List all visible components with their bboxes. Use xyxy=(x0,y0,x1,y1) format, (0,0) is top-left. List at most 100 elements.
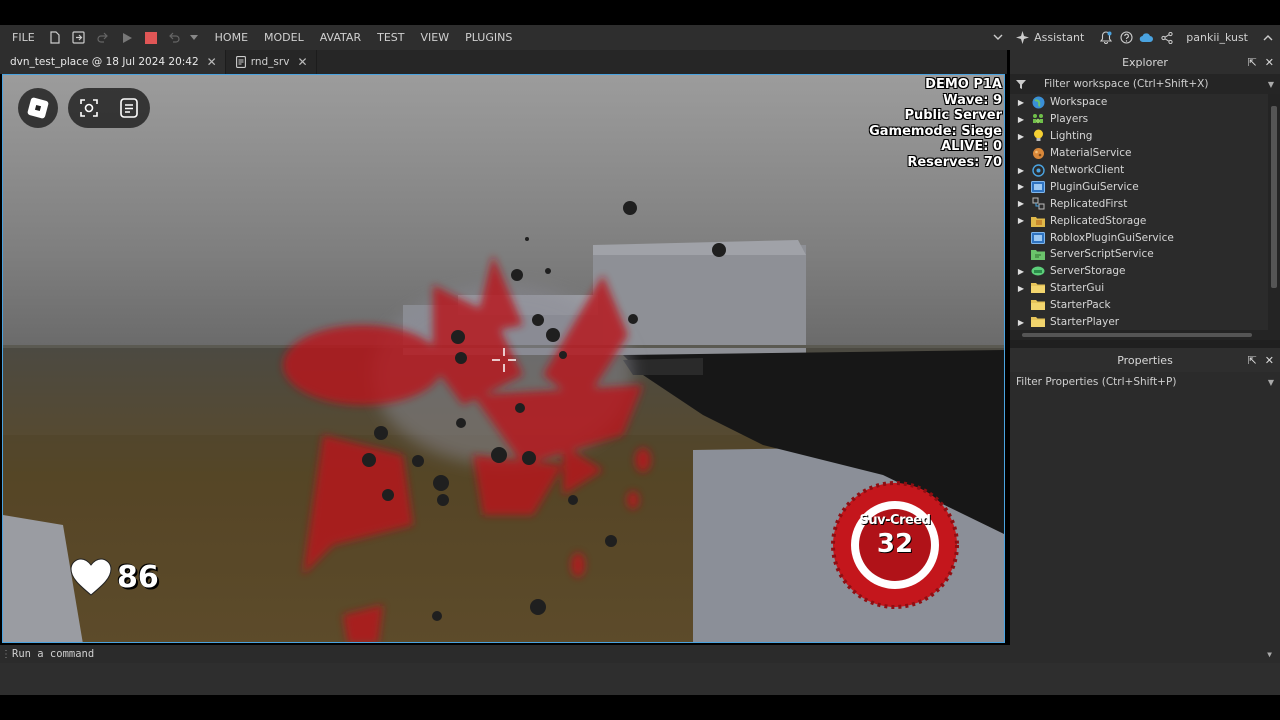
expand-arrow-icon[interactable]: ▶ xyxy=(1010,115,1028,124)
game-stats: DEMO P1A Wave: 9 Public Server Gamemode:… xyxy=(869,77,1002,171)
health-value: 86 xyxy=(117,559,159,595)
explorer-item-label: RobloxPluginGuiService xyxy=(1050,231,1174,244)
expand-arrow-icon[interactable]: ▶ xyxy=(1010,199,1028,208)
explorer-item-starterplayer[interactable]: ▶ StarterPlayer xyxy=(1010,314,1280,331)
plugin-gui-icon xyxy=(1030,180,1046,194)
explorer-item-pluginguiservice[interactable]: ▶ PluginGuiService xyxy=(1010,178,1280,195)
chat-button[interactable] xyxy=(112,91,146,125)
stat-wave: Wave: 9 xyxy=(943,92,1002,108)
expand-arrow-icon[interactable]: ▶ xyxy=(1010,216,1028,225)
close-icon[interactable]: ✕ xyxy=(1265,354,1274,367)
file-menu[interactable]: FILE xyxy=(0,25,43,50)
command-bar[interactable]: ⋮ Run a command ▼ xyxy=(0,645,1280,663)
chevron-down-icon[interactable]: ▼ xyxy=(1268,378,1274,387)
roblox-hud-buttons xyxy=(18,88,150,128)
expand-arrow-icon[interactable]: ▶ xyxy=(1010,267,1028,276)
publish-icon[interactable] xyxy=(67,25,91,50)
side-panels: Explorer ⇱ ✕ Filter workspace (Ctrl+Shif… xyxy=(1010,50,1280,645)
explorer-item-label: ServerScriptService xyxy=(1050,248,1154,261)
menu-tab-view[interactable]: VIEW xyxy=(412,25,457,50)
chevron-down-icon[interactable]: ▼ xyxy=(1267,650,1272,659)
health-display: 86 xyxy=(69,557,159,597)
close-icon[interactable]: ✕ xyxy=(1265,56,1274,69)
chevron-down-icon[interactable] xyxy=(986,25,1010,50)
menu-bar: FILE HOME MODEL AVATAR TEST VIEW PLUGINS… xyxy=(0,25,1280,50)
explorer-item-materialservice[interactable]: MaterialService xyxy=(1010,145,1280,162)
expand-arrow-icon[interactable]: ▶ xyxy=(1010,98,1028,107)
tab-script[interactable]: rnd_srv ✕ xyxy=(226,50,317,74)
explorer-item-startergui[interactable]: ▶ StarterGui xyxy=(1010,280,1280,297)
menu-tab-test[interactable]: TEST xyxy=(369,25,412,50)
explorer-item-replicatedstorage[interactable]: ▶ ReplicatedStorage xyxy=(1010,212,1280,229)
properties-filter[interactable]: Filter Properties (Ctrl+Shift+P) ▼ xyxy=(1010,372,1280,392)
menu-tab-model[interactable]: MODEL xyxy=(256,25,312,50)
explorer-horizontal-scrollbar[interactable] xyxy=(1010,330,1268,340)
assistant-icon[interactable] xyxy=(1010,25,1034,50)
explorer-item-replicatedfirst[interactable]: ▶ ReplicatedFirst xyxy=(1010,195,1280,212)
emote-button[interactable] xyxy=(72,91,106,125)
menu-tab-home[interactable]: HOME xyxy=(207,25,256,50)
new-file-icon[interactable] xyxy=(43,25,67,50)
expand-arrow-icon[interactable]: ▶ xyxy=(1010,166,1028,175)
explorer-item-robloxpluginguiservice[interactable]: RobloxPluginGuiService xyxy=(1010,229,1280,246)
explorer-item-label: ServerStorage xyxy=(1050,265,1126,278)
share-icon[interactable] xyxy=(1156,25,1178,50)
expand-arrow-icon[interactable]: ▶ xyxy=(1010,132,1028,141)
properties-filter-input[interactable]: Filter Properties (Ctrl+Shift+P) xyxy=(1016,376,1176,388)
help-icon[interactable] xyxy=(1116,25,1136,50)
undock-icon[interactable]: ⇱ xyxy=(1248,354,1257,367)
collapse-ribbon-icon[interactable] xyxy=(1256,25,1280,50)
expand-arrow-icon[interactable]: ▶ xyxy=(1010,182,1028,191)
document-icon xyxy=(120,98,138,118)
play-icon[interactable] xyxy=(115,25,139,50)
tab-place-label: dvn_test_place @ 18 Jul 2024 20:42 xyxy=(10,56,199,68)
undo-dropdown-icon[interactable] xyxy=(187,25,201,50)
grip-icon: ⋮ xyxy=(1,648,11,660)
explorer-item-networkclient[interactable]: ▶ NetworkClient xyxy=(1010,162,1280,179)
expand-arrow-icon[interactable]: ▶ xyxy=(1010,318,1028,327)
explorer-item-label: StarterGui xyxy=(1050,282,1105,295)
explorer-item-serverscriptservice[interactable]: ServerScriptService xyxy=(1010,246,1280,263)
letterbox-top xyxy=(0,0,1280,25)
explorer-item-label: MaterialService xyxy=(1050,147,1132,160)
explorer-item-lighting[interactable]: ▶ Lighting xyxy=(1010,128,1280,145)
explorer-header: Explorer ⇱ ✕ xyxy=(1010,50,1280,74)
assistant-button[interactable]: Assistant xyxy=(1034,25,1096,50)
globe-icon xyxy=(1030,95,1046,109)
crosshair-icon xyxy=(492,348,516,372)
stat-alive: ALIVE: 0 xyxy=(941,139,1002,155)
folder-icon xyxy=(1030,315,1046,329)
chevron-down-icon[interactable]: ▼ xyxy=(1268,80,1274,89)
explorer-item-starterpack[interactable]: StarterPack xyxy=(1010,297,1280,314)
command-input[interactable]: Run a command xyxy=(12,648,94,660)
username-label[interactable]: pankii_kust xyxy=(1178,25,1256,50)
explorer-item-serverstorage[interactable]: ▶ ServerStorage xyxy=(1010,263,1280,280)
menu-tab-plugins[interactable]: PLUGINS xyxy=(457,25,520,50)
creed-counter: Suv-Creed 32 xyxy=(829,479,961,611)
properties-title: Properties xyxy=(1117,353,1173,367)
explorer-tree: ▶ Workspace ▶ Players ▶ Lighting MaterialServi… xyxy=(1010,94,1280,340)
redo-icon[interactable] xyxy=(91,25,115,50)
undo-icon[interactable] xyxy=(163,25,187,50)
creed-count: 32 xyxy=(876,529,914,559)
cloud-icon[interactable] xyxy=(1136,25,1156,50)
explorer-item-label: StarterPlayer xyxy=(1050,316,1120,329)
explorer-item-players[interactable]: ▶ Players xyxy=(1010,111,1280,128)
game-viewport[interactable]: DEMO P1A Wave: 9 Public Server Gamemode:… xyxy=(2,74,1005,643)
close-icon[interactable]: ✕ xyxy=(297,55,307,69)
close-icon[interactable]: ✕ xyxy=(207,55,217,69)
server-script-icon xyxy=(1030,247,1046,261)
notification-icon[interactable] xyxy=(1096,25,1116,50)
undock-icon[interactable]: ⇱ xyxy=(1248,56,1257,69)
explorer-filter-input[interactable]: Filter workspace (Ctrl+Shift+X) xyxy=(1044,78,1208,90)
heart-icon xyxy=(70,558,112,596)
explorer-item-workspace[interactable]: ▶ Workspace xyxy=(1010,94,1280,111)
stop-icon[interactable] xyxy=(139,25,163,50)
explorer-vertical-scrollbar[interactable] xyxy=(1268,94,1280,340)
menu-tab-avatar[interactable]: AVATAR xyxy=(312,25,369,50)
panel-divider[interactable] xyxy=(1010,340,1280,348)
tab-place[interactable]: dvn_test_place @ 18 Jul 2024 20:42 ✕ xyxy=(0,50,226,74)
explorer-filter[interactable]: Filter workspace (Ctrl+Shift+X) ▼ xyxy=(1010,74,1280,94)
roblox-menu-button[interactable] xyxy=(18,88,58,128)
expand-arrow-icon[interactable]: ▶ xyxy=(1010,284,1028,293)
